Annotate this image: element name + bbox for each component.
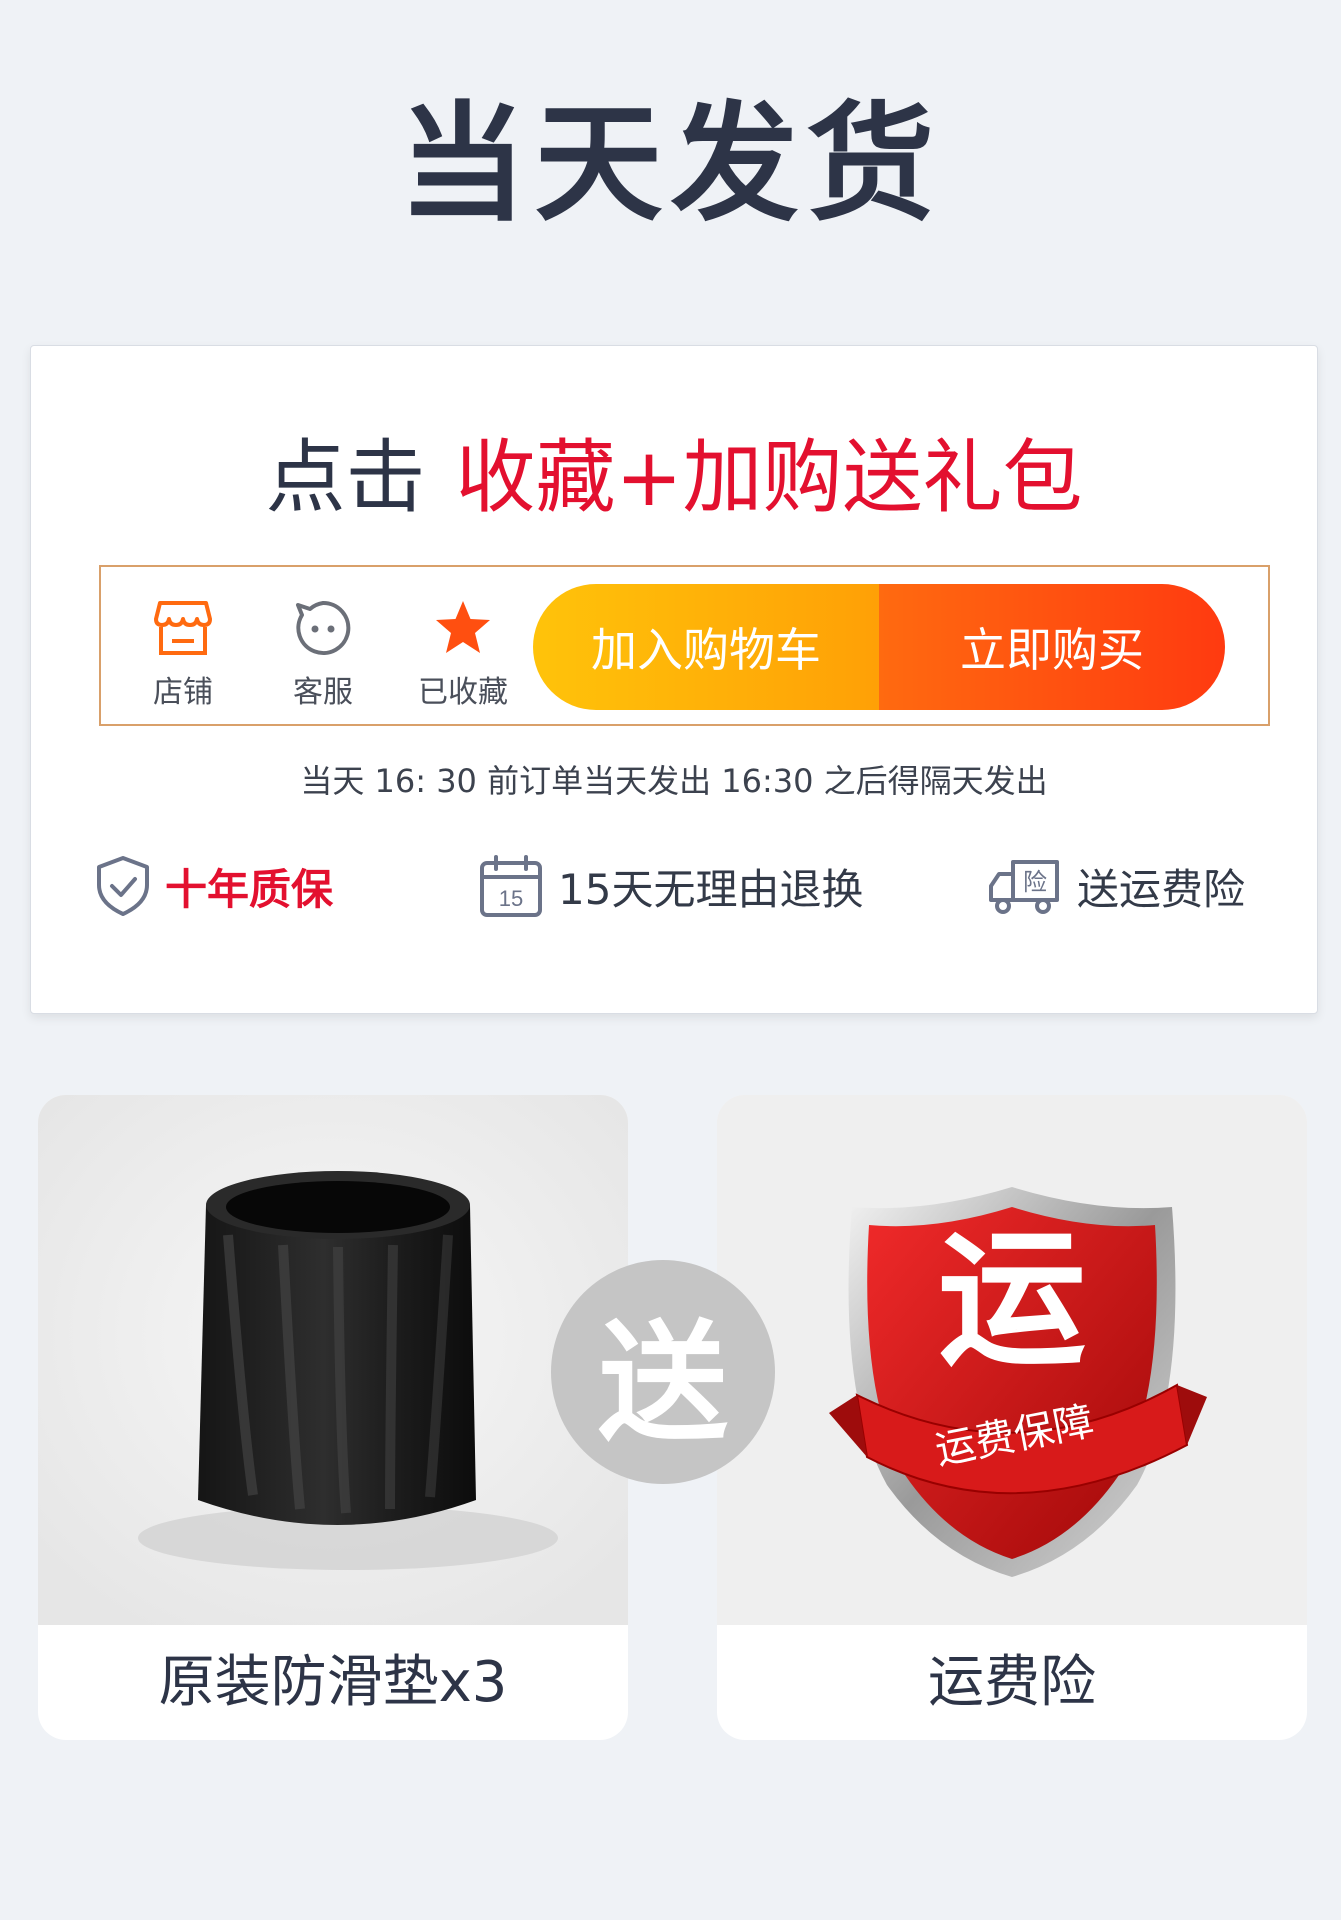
returns-label: 15天无理由退换 — [558, 864, 864, 914]
shield-check-icon — [97, 856, 149, 916]
promo-card: 点击 收藏+加购送礼包 店铺 客服 已收藏 加入购物车 立即购买 当天 16: … — [30, 345, 1318, 1014]
store-label: 店铺 — [153, 675, 213, 710]
shield-char: 运 — [938, 1214, 1086, 1386]
shipping-note: 当天 16: 30 前订单当天发出 16:30 之后得隔天发出 — [300, 762, 1048, 800]
action-bar: 店铺 客服 已收藏 加入购物车 立即购买 — [99, 565, 1270, 726]
page-title: 当天发货 — [398, 90, 943, 239]
gift-plus-badge: 送 — [551, 1260, 775, 1484]
warranty-item: 十年质保 — [95, 851, 333, 921]
star-icon — [436, 601, 490, 653]
store-button[interactable]: 店铺 — [123, 597, 243, 711]
add-to-cart-button[interactable]: 加入购物车 — [533, 584, 879, 710]
insurance-photo: 运 运费保障 — [717, 1095, 1307, 1625]
promo-highlight: 收藏+加购送礼包 — [455, 431, 1083, 524]
shield-badge-image: 运 运费保障 — [717, 1095, 1307, 1625]
promo-banner: 点击 收藏+加购送礼包 — [31, 428, 1317, 528]
purchase-buttons: 加入购物车 立即购买 — [533, 584, 1225, 710]
gift-insurance-caption: 运费险 — [928, 1650, 1096, 1715]
buy-now-button[interactable]: 立即购买 — [879, 584, 1225, 710]
rubber-tip-image — [38, 1095, 628, 1625]
gift-card-pads: 原装防滑垫x3 — [38, 1095, 628, 1740]
pad-photo — [38, 1095, 628, 1625]
promo-prefix: 点击 — [265, 431, 426, 524]
favorite-label: 已收藏 — [418, 675, 508, 710]
gift-card-insurance: 运 运费保障 运费险 — [717, 1095, 1307, 1740]
insurance-label: 送运费险 — [1077, 864, 1246, 914]
customer-service-button[interactable]: 客服 — [263, 597, 383, 711]
favorite-button[interactable]: 已收藏 — [403, 597, 523, 711]
chat-face-icon — [296, 600, 351, 655]
warranty-label: 十年质保 — [165, 864, 334, 914]
gift-pads-caption: 原装防滑垫x3 — [158, 1650, 508, 1715]
calendar-icon: 15 — [480, 855, 542, 917]
delivery-truck-icon: 险 — [989, 860, 1059, 914]
calendar-day: 15 — [499, 886, 523, 911]
insurance-item: 险 送运费险 — [987, 851, 1245, 921]
returns-item: 15 15天无理由退换 — [478, 851, 863, 921]
insurance-badge: 险 — [1023, 868, 1047, 896]
store-icon — [154, 601, 212, 655]
service-label: 客服 — [293, 675, 353, 710]
